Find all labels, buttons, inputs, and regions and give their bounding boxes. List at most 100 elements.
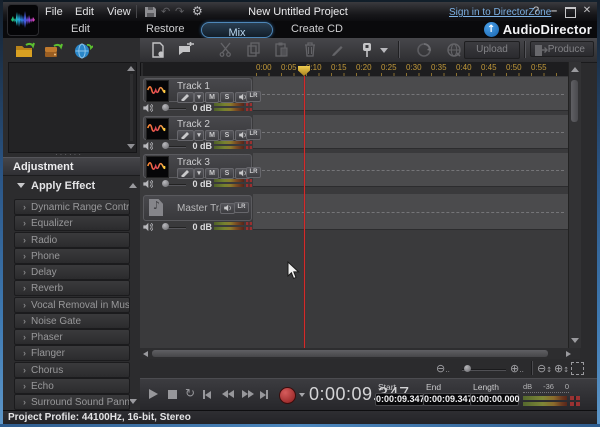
zoom-slider-knob[interactable] <box>464 365 471 372</box>
length-field[interactable]: 0:00:00.000 <box>470 393 519 406</box>
volume-knob[interactable] <box>162 104 169 111</box>
record-dropdown-icon[interactable] <box>299 393 305 397</box>
library-scroll-down-icon[interactable] <box>127 144 135 149</box>
play-button[interactable] <box>149 389 158 399</box>
record-arm-dropdown[interactable]: ▾ <box>194 92 204 103</box>
track-lane[interactable] <box>253 77 568 111</box>
import-from-disc-icon[interactable] <box>43 42 63 59</box>
track-header[interactable]: Track 3 ▾ M S <box>143 154 252 178</box>
zoom-in-vertical-icon[interactable]: ⊕↕ <box>554 362 569 375</box>
new-adjustment-icon[interactable] <box>150 42 167 58</box>
mute-button[interactable]: M <box>205 168 219 179</box>
record-arm-button[interactable] <box>177 130 194 141</box>
effect-item[interactable]: ›Dynamic Range Control <box>14 199 130 215</box>
start-field[interactable]: 0:00:09.347 <box>375 393 424 406</box>
track-header[interactable]: Track 2 ▾ M S <box>143 116 252 140</box>
lr-swap-button[interactable]: LR <box>246 91 261 102</box>
zoom-out-vertical-icon[interactable]: ⊖↕ <box>537 362 552 375</box>
close-button[interactable]: ✕ <box>582 5 592 16</box>
monitor-speaker-icon[interactable] <box>220 203 235 214</box>
zoom-out-horizontal-icon[interactable]: ⊖‥ <box>436 362 450 375</box>
loop-button[interactable]: ↻ <box>185 386 195 400</box>
vertical-scrollbar[interactable] <box>568 62 581 348</box>
lr-swap-button[interactable]: LR <box>234 202 249 213</box>
horizontal-scroll-thumb[interactable] <box>152 350 548 357</box>
menu-view[interactable]: View <box>107 6 131 18</box>
copy-icon[interactable] <box>246 42 263 58</box>
effect-item[interactable]: ›Surround Sound Panner <box>14 394 130 410</box>
vertical-scroll-thumb[interactable] <box>571 80 578 122</box>
tab-create-cd[interactable]: Create CD <box>291 23 343 35</box>
cut-icon[interactable] <box>218 42 235 58</box>
effect-item[interactable]: ›Echo <box>14 378 130 394</box>
master-track-lane[interactable] <box>253 194 568 230</box>
tab-edit[interactable]: Edit <box>71 23 90 35</box>
next-button[interactable] <box>260 390 268 399</box>
import-media-icon[interactable] <box>178 42 195 58</box>
horizontal-scrollbar[interactable] <box>140 348 580 359</box>
zoom-in-horizontal-icon[interactable]: ⊕‥ <box>510 362 524 375</box>
scroll-down-icon[interactable] <box>571 338 579 343</box>
media-library-list[interactable] <box>8 62 137 153</box>
library-scrollbar[interactable] <box>130 74 133 141</box>
menu-file[interactable]: File <box>45 6 63 18</box>
tab-mix-active[interactable]: Mix <box>201 22 273 38</box>
paste-icon[interactable] <box>274 42 291 58</box>
tab-restore[interactable]: Restore <box>146 23 185 35</box>
lr-swap-button[interactable]: LR <box>246 167 261 178</box>
solo-button[interactable]: S <box>220 92 234 103</box>
menu-edit[interactable]: Edit <box>75 6 94 18</box>
effect-item[interactable]: ›Chorus <box>14 362 130 378</box>
mute-button[interactable]: M <box>205 130 219 141</box>
upload-globe-icon[interactable] <box>446 42 463 58</box>
volume-knob[interactable] <box>162 223 169 230</box>
rewind-button[interactable] <box>222 390 234 398</box>
fast-forward-button[interactable] <box>242 390 254 398</box>
import-audio-folder-icon[interactable] <box>15 42 35 59</box>
redo-icon[interactable]: ↷ <box>175 5 184 18</box>
apply-effect-group[interactable]: Apply Effect <box>3 178 140 194</box>
effect-item[interactable]: ›Radio <box>14 232 130 248</box>
settings-gear-icon[interactable]: ⚙ <box>192 4 203 18</box>
undo-icon[interactable]: ↶ <box>161 5 170 18</box>
record-arm-button[interactable] <box>177 92 194 103</box>
marker-dropdown-icon[interactable] <box>380 48 388 53</box>
volume-knob[interactable] <box>162 180 169 187</box>
mute-button[interactable]: M <box>205 92 219 103</box>
upload-button[interactable]: Upload <box>464 41 520 59</box>
scroll-right-icon[interactable] <box>566 351 571 357</box>
scroll-up-icon[interactable] <box>571 67 579 72</box>
stop-button[interactable] <box>168 390 177 399</box>
delete-icon[interactable] <box>303 42 320 58</box>
download-from-web-icon[interactable] <box>73 42 93 59</box>
record-button[interactable] <box>279 387 296 404</box>
record-arm-dropdown[interactable]: ▾ <box>194 130 204 141</box>
effect-item[interactable]: ›Flanger <box>14 345 130 361</box>
effects-scroll-up-icon[interactable] <box>129 183 137 188</box>
volume-knob[interactable] <box>162 142 169 149</box>
record-arm-button[interactable] <box>177 168 194 179</box>
help-button[interactable]: ? <box>531 5 541 17</box>
track-lane[interactable] <box>253 153 568 187</box>
solo-button[interactable]: S <box>220 168 234 179</box>
library-scroll-up-icon[interactable] <box>127 66 135 71</box>
draw-pencil-icon[interactable] <box>330 42 347 58</box>
end-field[interactable]: 0:00:09.347 <box>423 393 472 406</box>
effect-item[interactable]: ›Reverb <box>14 280 130 296</box>
effect-item[interactable]: ›Vocal Removal in Music <box>14 297 130 313</box>
lr-swap-button[interactable]: LR <box>246 129 261 140</box>
convert-icon[interactable] <box>416 42 433 58</box>
maximize-button[interactable] <box>565 7 576 18</box>
effect-item[interactable]: ›Phone <box>14 248 130 264</box>
minimize-button[interactable]: – <box>549 5 559 17</box>
marker-icon[interactable] <box>360 42 377 58</box>
previous-button[interactable] <box>203 390 211 399</box>
record-arm-dropdown[interactable]: ▾ <box>194 168 204 179</box>
track-lane[interactable] <box>253 115 568 149</box>
fit-timeline-button[interactable] <box>571 362 584 375</box>
save-icon[interactable] <box>144 6 157 18</box>
scroll-left-icon[interactable] <box>143 351 148 357</box>
effects-scroll-down-icon[interactable] <box>129 399 137 404</box>
effect-item[interactable]: ›Phaser <box>14 329 130 345</box>
effect-item[interactable]: ›Equalizer <box>14 215 130 231</box>
